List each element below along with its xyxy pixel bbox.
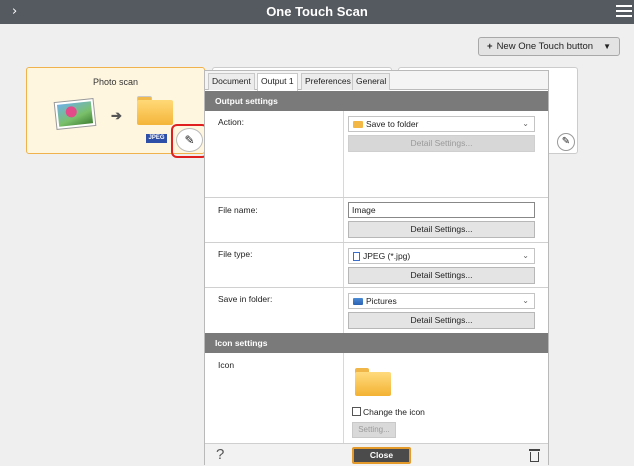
edit-pencil-icon[interactable]: ✎ [557,133,575,151]
icon-setting-button[interactable]: Setting... [352,422,396,438]
icon-settings-header: Icon settings [205,333,548,353]
save-in-folder-select[interactable]: Pictures ⌄ [348,293,535,309]
tab-preferences[interactable]: Preferences [301,73,355,90]
jpeg-badge: JPEG [146,134,167,143]
file-name-detail-settings-button[interactable]: Detail Settings... [348,221,535,238]
arrow-right-icon: ➔ [111,108,122,123]
save-in-folder-label: Save in folder: [218,294,273,304]
chevron-down-icon: ⌄ [522,296,529,305]
folder-icon [137,96,173,126]
output-settings-header: Output settings [205,91,548,111]
action-value: Save to folder [366,119,419,129]
file-type-label: File type: [218,249,253,259]
folder-icon [353,121,363,129]
photo-icon [53,97,97,131]
tab-bar: Document Output 1 Preferences General [205,71,548,91]
help-icon[interactable]: ? [216,446,224,463]
hamburger-menu-icon[interactable] [616,2,632,20]
action-label: Action: [218,117,244,127]
dialog-footer: ? Close [205,443,548,466]
save-in-folder-value: Pictures [366,296,397,306]
file-name-label: File name: [218,205,258,215]
card-label: Photo scan [92,77,139,87]
window-title: One Touch Scan [266,4,368,19]
change-icon-checkbox[interactable]: Change the icon [352,407,425,417]
trash-icon[interactable] [529,448,540,462]
action-select[interactable]: Save to folder ⌄ [348,116,535,132]
change-icon-label: Change the icon [363,407,425,417]
new-one-touch-button[interactable]: + New One Touch button ▼ [478,37,620,56]
settings-dialog: Document Output 1 Preferences General Ou… [204,70,549,466]
plus-icon: + [487,41,493,52]
chevron-down-icon: ⌄ [522,119,529,128]
icon-label: Icon [218,360,235,370]
tab-general[interactable]: General [352,73,391,90]
save-in-folder-detail-settings-button[interactable]: Detail Settings... [348,312,535,329]
folder-icon [355,368,391,396]
caret-down-icon: ▼ [603,42,611,51]
chevron-down-icon: ⌄ [522,251,529,260]
file-type-value: JPEG (*.jpg) [363,251,411,261]
tab-document[interactable]: Document [208,73,255,90]
action-detail-settings-button[interactable]: Detail Settings... [348,135,535,152]
file-type-select[interactable]: JPEG (*.jpg) ⌄ [348,248,535,264]
file-name-input[interactable]: Image [348,202,535,218]
jpeg-file-icon [353,252,360,262]
highlight-box [171,124,208,158]
file-type-detail-settings-button[interactable]: Detail Settings... [348,267,535,284]
checkbox-box[interactable] [352,407,361,416]
pictures-folder-icon [353,298,363,306]
close-button[interactable]: Close [352,447,411,464]
new-button-label: New One Touch button [496,41,594,52]
tab-output-1[interactable]: Output 1 [257,73,298,91]
title-bar: › One Touch Scan [0,0,634,24]
